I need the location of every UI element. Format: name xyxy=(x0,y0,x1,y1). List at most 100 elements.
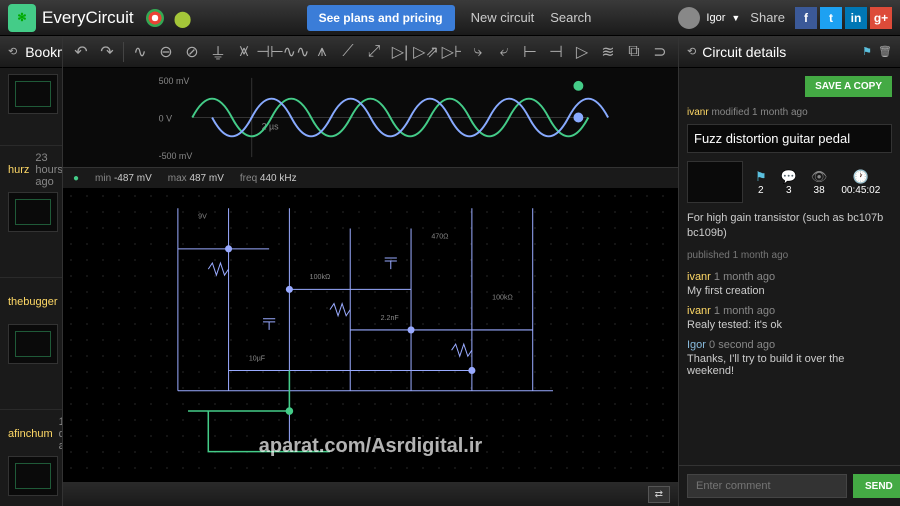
author-name[interactable]: ivanr xyxy=(687,107,709,118)
published-time: published 1 month ago xyxy=(687,250,892,261)
username: Igor xyxy=(706,12,725,24)
dc-source-icon[interactable]: ⊖ xyxy=(154,40,178,64)
comment-author[interactable]: ivanr xyxy=(687,271,711,283)
pmos-icon[interactable]: ⊣ xyxy=(544,40,568,64)
app-header: ✻ EveryCircuit ⬤ See plans and pricing N… xyxy=(0,0,900,36)
comment-author[interactable]: ivanr xyxy=(687,305,711,317)
opamp-icon[interactable]: ▷ xyxy=(570,40,594,64)
linkedin-icon[interactable]: in xyxy=(845,7,867,29)
led-icon[interactable]: ▷⇗ xyxy=(414,40,438,64)
stat-time: 00:45:02 xyxy=(841,185,880,196)
stat-views: 38 xyxy=(811,185,828,196)
potentiometer-icon[interactable]: ⩚ xyxy=(310,40,334,64)
bookmark-list: multivibrator took the phases and fed th… xyxy=(0,68,62,506)
current-source-icon[interactable]: ⊘ xyxy=(180,40,204,64)
apple-icon[interactable] xyxy=(202,9,220,27)
bookmark-item[interactable]: hurz23 hours ago••• Chua Oscillator - ch… xyxy=(0,146,62,278)
clock-icon: 🕐 xyxy=(841,169,880,185)
ground-icon[interactable]: ⏚ xyxy=(206,40,230,64)
comment-item: ivanr 1 month agoMy first creation xyxy=(687,271,892,297)
comment-time: 0 second ago xyxy=(709,339,775,351)
diode-icon[interactable]: ▷| xyxy=(388,40,412,64)
oscilloscope[interactable]: 500 mV 0 V -500 mV 2 µs xyxy=(63,68,678,168)
comment-text: My first creation xyxy=(687,285,892,297)
comment-item: Igor 0 second agoThanks, I'll try to bui… xyxy=(687,339,892,377)
schematic-canvas[interactable]: 9V 100kΩ 2.2nF 10µF 470Ω 100kΩ aparat.co… xyxy=(63,188,678,482)
facebook-icon[interactable]: f xyxy=(795,7,817,29)
resistor-icon[interactable]: ⩙ xyxy=(232,40,256,64)
schematic-footer: ⇄ xyxy=(63,482,678,506)
undo-icon[interactable]: ↶ xyxy=(69,40,93,64)
redo-icon[interactable]: ↷ xyxy=(95,40,119,64)
zener-icon[interactable]: ▷⊦ xyxy=(440,40,464,64)
modified-time: modified 1 month ago xyxy=(711,107,807,118)
refresh-icon[interactable]: ⟲ xyxy=(687,45,696,58)
bookmark-icon[interactable]: ⚑ xyxy=(862,45,872,58)
stat-bookmarks: 2 xyxy=(755,185,767,196)
social-buttons: f t in g+ xyxy=(795,7,892,29)
user-menu[interactable]: Igor ▼ xyxy=(678,7,740,29)
capacitor-icon[interactable]: ⊣⊢ xyxy=(258,40,282,64)
share-link[interactable]: Share xyxy=(750,10,785,25)
bookmark-author[interactable]: afinchum xyxy=(8,428,53,440)
main-layout: ⟲ Bookmarks ⊕ ♟ ⫿⫿ 🗑 multivibrator took … xyxy=(0,36,900,506)
npn-icon[interactable]: ⤷ xyxy=(466,40,490,64)
logo[interactable]: ✻ EveryCircuit xyxy=(8,4,134,32)
swap-button[interactable]: ⇄ xyxy=(648,486,670,503)
switch-icon[interactable]: ⟋ xyxy=(336,40,360,64)
new-circuit-link[interactable]: New circuit xyxy=(471,10,535,25)
circuit-stats: ⚑2 💬3 👁38 🕐00:45:02 xyxy=(755,169,880,196)
bookmark-item[interactable]: multivibrator took the phases and fed th… xyxy=(0,68,62,146)
platform-icons: ⬤ xyxy=(146,9,220,27)
transformer-icon[interactable]: ≋ xyxy=(596,40,620,64)
comment-icon: 💬 xyxy=(781,169,797,185)
views-icon: 👁 xyxy=(811,169,828,185)
max-label: max xyxy=(168,173,187,184)
bookmark-author[interactable]: thebugger xyxy=(8,296,58,308)
nmos-icon[interactable]: ⊢ xyxy=(518,40,542,64)
scope-min-label: -500 mV xyxy=(159,151,193,161)
bookmark-author[interactable]: hurz xyxy=(8,164,29,176)
details-panel: ⟲ Circuit details ⚑ 🗑 SAVE A COPY ivanr … xyxy=(678,36,900,506)
googleplus-icon[interactable]: g+ xyxy=(870,7,892,29)
twitter-icon[interactable]: t xyxy=(820,7,842,29)
scope-active-dot: ● xyxy=(73,173,79,184)
scope-max-label: 500 mV xyxy=(159,76,190,86)
and-gate-icon[interactable]: ⊃ xyxy=(648,40,672,64)
bookmark-thumbnail xyxy=(8,456,58,496)
search-link[interactable]: Search xyxy=(550,10,591,25)
refresh-icon[interactable]: ⟲ xyxy=(8,45,17,58)
android-icon[interactable]: ⬤ xyxy=(174,9,192,27)
ac-source-icon[interactable]: ∿ xyxy=(128,40,152,64)
pnp-icon[interactable]: ⤶ xyxy=(492,40,516,64)
svg-text:100kΩ: 100kΩ xyxy=(492,294,513,302)
comment-input[interactable] xyxy=(687,474,847,498)
spst-icon[interactable]: ⤢ xyxy=(362,40,386,64)
logo-icon: ✻ xyxy=(8,4,36,32)
chevron-down-icon: ▼ xyxy=(731,13,740,23)
svg-text:2.2nF: 2.2nF xyxy=(381,314,400,322)
trash-icon[interactable]: 🗑 xyxy=(878,45,892,58)
separator xyxy=(123,42,124,62)
svg-text:10µF: 10µF xyxy=(249,354,266,362)
circuit-meta: ivanr modified 1 month ago xyxy=(687,107,892,118)
freq-value: 440 kHz xyxy=(260,173,297,184)
save-copy-button[interactable]: SAVE A COPY xyxy=(805,76,892,97)
details-header: ⟲ Circuit details ⚑ 🗑 xyxy=(679,36,900,68)
send-button[interactable]: SEND xyxy=(853,474,900,498)
sidebar-header: ⟲ Bookmarks ⊕ ♟ ⫿⫿ 🗑 xyxy=(0,36,62,68)
svg-text:470Ω: 470Ω xyxy=(431,233,448,241)
bookmark-item[interactable]: thebugger4 days ago••• Chua Circuit Shak… xyxy=(0,278,62,410)
bookmark-icon: ⚑ xyxy=(755,169,767,185)
scope-zero-label: 0 V xyxy=(159,113,172,123)
comment-author[interactable]: Igor xyxy=(687,339,706,351)
inductor-icon[interactable]: ∿∿ xyxy=(284,40,308,64)
chrome-icon[interactable] xyxy=(146,9,164,27)
plans-button[interactable]: See plans and pricing xyxy=(307,5,455,31)
scope-stats: ● min -487 mV max 487 mV freq 440 kHz xyxy=(63,168,678,188)
relay-icon[interactable]: ⧉ xyxy=(622,40,646,64)
freq-label: freq xyxy=(240,173,257,184)
bookmark-time: 23 hours ago xyxy=(35,152,63,188)
min-label: min xyxy=(95,173,111,184)
bookmark-item[interactable]: afinchum1 day ago••• THANKYOU! Inductor … xyxy=(0,410,62,506)
